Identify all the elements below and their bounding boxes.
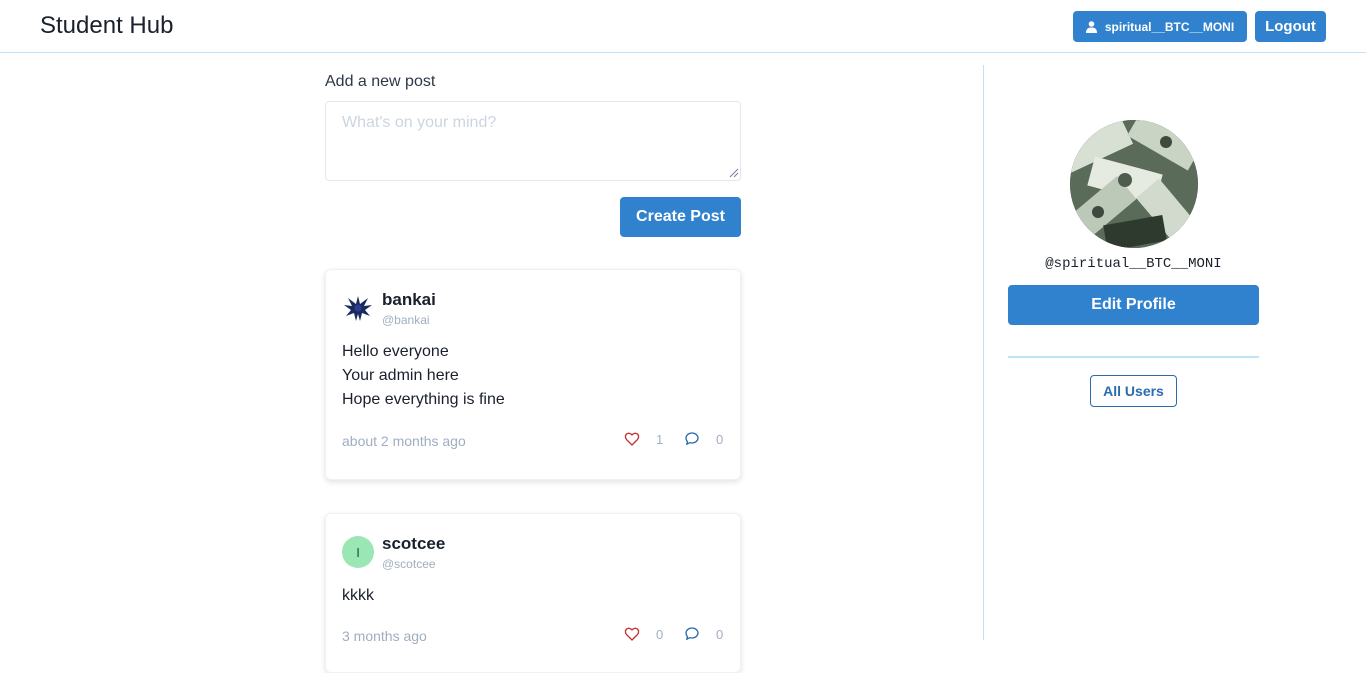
post-input[interactable]: [325, 101, 741, 181]
like-count: 1: [656, 431, 664, 447]
user-icon: [1085, 20, 1097, 33]
profile-handle: @spiritual__BTC__MONI: [1045, 256, 1222, 272]
heart-icon: [624, 432, 640, 446]
post-content: Hello everyone Your admin here Hope ever…: [342, 340, 505, 412]
post-content: kkkk: [342, 584, 374, 608]
compose-label: Add a new post: [325, 73, 436, 90]
post-author-name[interactable]: bankai: [382, 290, 436, 310]
winged-emblem-icon: [344, 296, 372, 321]
create-post-button[interactable]: Create Post: [620, 197, 741, 237]
post-line: Your admin here: [342, 367, 459, 384]
post-card: bankai @bankai Hello everyone Your admin…: [325, 269, 741, 480]
post-timestamp: about 2 months ago: [342, 433, 466, 449]
post-author-name[interactable]: scotcee: [382, 534, 445, 554]
current-user-label: spiritual__BTC__MONI: [1104, 19, 1235, 34]
money-photo-icon: [1070, 120, 1198, 248]
sidebar-divider: [983, 65, 984, 640]
sidebar-separator: [1008, 356, 1259, 358]
post-line: Hello everyone: [342, 343, 449, 360]
like-count: 0: [656, 626, 664, 642]
post-author-handle[interactable]: @scotcee: [382, 557, 436, 571]
comment-count: 0: [716, 431, 724, 447]
comment-count: 0: [716, 626, 724, 642]
post-card: I scotcee @scotcee kkkk 3 months ago 0 0: [325, 513, 741, 673]
comment-button[interactable]: 0: [684, 431, 723, 447]
edit-profile-button[interactable]: Edit Profile: [1008, 285, 1259, 325]
top-navbar: Student Hub spiritual__BTC__MONI Logout: [0, 0, 1366, 53]
current-user-button[interactable]: spiritual__BTC__MONI: [1073, 11, 1247, 42]
avatar[interactable]: I: [342, 536, 374, 568]
logout-button[interactable]: Logout: [1255, 11, 1326, 42]
comment-icon: [685, 432, 699, 445]
post-author-handle[interactable]: @bankai: [382, 313, 430, 327]
resize-handle-icon[interactable]: [729, 168, 739, 178]
post-line: kkkk: [342, 587, 374, 604]
app-brand[interactable]: Student Hub: [40, 12, 173, 40]
profile-avatar[interactable]: [1070, 120, 1198, 248]
avatar[interactable]: [342, 292, 374, 324]
post-timestamp: 3 months ago: [342, 628, 427, 644]
all-users-button[interactable]: All Users: [1090, 375, 1177, 407]
like-button[interactable]: 1: [624, 431, 663, 447]
post-line: Hope everything is fine: [342, 391, 505, 408]
